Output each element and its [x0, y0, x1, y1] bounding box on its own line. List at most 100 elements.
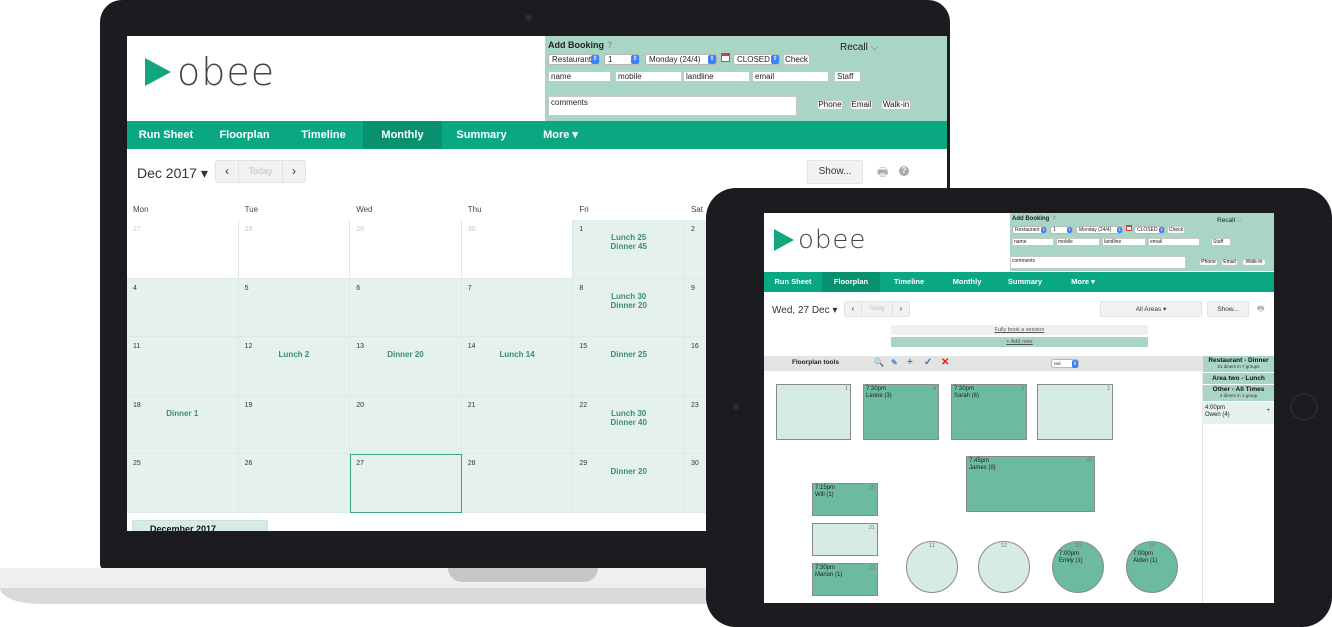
- calendar-day[interactable]: 13 Dinner 20: [350, 337, 462, 396]
- calendar-day[interactable]: 27: [127, 220, 239, 279]
- prev-button[interactable]: ‹: [845, 302, 861, 316]
- logo[interactable]: obee: [774, 225, 866, 255]
- calendar-day[interactable]: 19: [238, 395, 351, 454]
- calendar-day[interactable]: 6: [350, 278, 462, 337]
- pencil-icon[interactable]: ✎: [891, 358, 898, 367]
- today-button[interactable]: Today: [238, 161, 283, 182]
- calendar-day[interactable]: 27: [350, 454, 462, 513]
- table-11[interactable]: 11: [906, 541, 958, 593]
- email-input[interactable]: email: [1148, 238, 1200, 246]
- tab-monthly[interactable]: Monthly: [938, 272, 996, 292]
- zoom-icon[interactable]: 🔍: [874, 358, 884, 367]
- table-4[interactable]: 4 7:30pm Leone (3): [863, 384, 939, 440]
- add-icon[interactable]: +: [1266, 408, 1270, 415]
- check-button[interactable]: Check: [1167, 226, 1185, 234]
- recall-dropdown[interactable]: Recall ⌵: [1217, 217, 1242, 225]
- staff-input[interactable]: Staff: [834, 71, 861, 82]
- tab-run-sheet[interactable]: Run Sheet: [127, 121, 205, 149]
- date-dropdown[interactable]: Wed, 27 Dec ▾: [772, 305, 837, 316]
- day-select[interactable]: Monday (24/4) ⇕: [645, 54, 717, 65]
- tab-floorplan[interactable]: Floorplan: [205, 121, 284, 149]
- calendar-day[interactable]: 18 Dinner 1: [127, 395, 239, 454]
- delete-icon[interactable]: ✕: [941, 357, 949, 368]
- calendar-day[interactable]: 21: [461, 395, 574, 454]
- table-21[interactable]: 21: [812, 523, 878, 556]
- print-icon[interactable]: 🖶: [1257, 303, 1265, 317]
- calendar-day[interactable]: 25: [127, 454, 239, 513]
- day-events[interactable]: Lunch 30 Dinner 20: [573, 292, 684, 310]
- table-22[interactable]: 22 7:30pm Marion (1): [812, 563, 878, 596]
- check-icon[interactable]: ✓: [924, 357, 932, 368]
- session-item[interactable]: Other - All Times 4 diners in 1 group: [1203, 385, 1274, 402]
- mobile-input[interactable]: mobile: [615, 71, 682, 82]
- calendar-day[interactable]: 11: [127, 337, 239, 396]
- tab-more[interactable]: More ▾: [1054, 272, 1112, 292]
- calendar-day[interactable]: 20: [350, 395, 462, 454]
- tab-timeline[interactable]: Timeline: [880, 272, 938, 292]
- check-button[interactable]: Check: [783, 54, 810, 65]
- comments-textarea[interactable]: comments: [548, 96, 797, 116]
- help-icon[interactable]: ?: [899, 166, 909, 176]
- calendar-day[interactable]: 29: [350, 220, 462, 279]
- staff-input[interactable]: Staff: [1211, 238, 1231, 246]
- calendar-day[interactable]: 15 Dinner 25: [573, 337, 685, 396]
- calendar-day[interactable]: 28: [238, 220, 351, 279]
- landline-input[interactable]: landline: [683, 71, 750, 82]
- session-select[interactable]: CLOSED ⇕: [1134, 226, 1165, 234]
- calendar-day[interactable]: 28: [461, 454, 574, 513]
- month-dropdown[interactable]: Dec 2017 ▾: [137, 165, 208, 182]
- tab-floorplan[interactable]: Floorplan: [822, 272, 880, 292]
- show-button[interactable]: Show...: [1207, 301, 1249, 317]
- area-select[interactable]: Restaurant ⇕: [548, 54, 600, 65]
- day-events[interactable]: Lunch 30 Dinner 40: [573, 409, 684, 427]
- calendar-day[interactable]: 26: [238, 454, 351, 513]
- session-select[interactable]: CLOSED ⇕: [733, 54, 780, 65]
- tab-timeline[interactable]: Timeline: [284, 121, 363, 149]
- add-note-link[interactable]: + Add note: [891, 337, 1148, 347]
- day-events[interactable]: Lunch 25 Dinner 45: [573, 233, 684, 251]
- calendar-day[interactable]: 1 Lunch 25 Dinner 45: [573, 220, 685, 279]
- day-events[interactable]: Dinner 20: [573, 467, 684, 476]
- calendar-day[interactable]: 30: [461, 220, 574, 279]
- landline-input[interactable]: landline: [1102, 238, 1146, 246]
- table-30[interactable]: 30 7:45pm James (8): [966, 456, 1095, 512]
- calendar-day[interactable]: 7: [461, 278, 574, 337]
- name-input[interactable]: name: [548, 71, 611, 82]
- tab-summary[interactable]: Summary: [996, 272, 1054, 292]
- fully-book-link[interactable]: Fully book a session: [891, 325, 1148, 335]
- day-events[interactable]: Lunch 14: [462, 350, 573, 359]
- add-icon[interactable]: +: [907, 357, 913, 368]
- table-20[interactable]: 20 7:15pm Will (1): [812, 483, 878, 516]
- phone-button[interactable]: Phone: [817, 100, 843, 110]
- calendar-day[interactable]: 8 Lunch 30 Dinner 20: [573, 278, 685, 337]
- day-events[interactable]: Dinner 1: [127, 409, 238, 418]
- tab-more[interactable]: More ▾: [521, 121, 600, 149]
- mobile-input[interactable]: mobile: [1056, 238, 1100, 246]
- walkin-button[interactable]: Walk-in: [881, 100, 911, 110]
- tab-summary[interactable]: Summary: [442, 121, 521, 149]
- booking-item[interactable]: 4:00pm Owen (4) +: [1203, 402, 1274, 424]
- calendar-day[interactable]: 12 Lunch 2: [238, 337, 351, 396]
- table-13[interactable]: 13 7:00pm Emily (1): [1052, 541, 1104, 593]
- phone-button[interactable]: Phone: [1199, 259, 1218, 266]
- next-button[interactable]: ›: [893, 302, 909, 316]
- table-1[interactable]: 1: [776, 384, 851, 440]
- tablet-home-button[interactable]: [1290, 393, 1318, 421]
- table-12[interactable]: 12: [978, 541, 1030, 593]
- table-3[interactable]: 3 7:30pm Sarah (6): [951, 384, 1027, 440]
- email-input[interactable]: email: [752, 71, 829, 82]
- session-item[interactable]: Restaurant - Dinner 21 diners in 7 group…: [1203, 356, 1274, 373]
- next-button[interactable]: ›: [283, 161, 305, 182]
- party-size-select[interactable]: 1 ⇕: [1050, 226, 1073, 234]
- email-button[interactable]: Email: [1221, 259, 1238, 266]
- show-button[interactable]: Show...: [807, 160, 863, 184]
- table-2[interactable]: 2: [1037, 384, 1113, 440]
- party-size-select[interactable]: 1 ⇕: [604, 54, 640, 65]
- help-icon[interactable]: ?: [1052, 216, 1056, 222]
- color-select[interactable]: red ⇕: [1051, 359, 1079, 368]
- table-14[interactable]: 14 7:00pm Aiden (1): [1126, 541, 1178, 593]
- recall-dropdown[interactable]: Recall ⌵: [840, 42, 878, 53]
- comments-textarea[interactable]: comments: [1010, 256, 1186, 269]
- day-events[interactable]: Dinner 20: [350, 350, 461, 359]
- day-events[interactable]: Dinner 25: [573, 350, 684, 359]
